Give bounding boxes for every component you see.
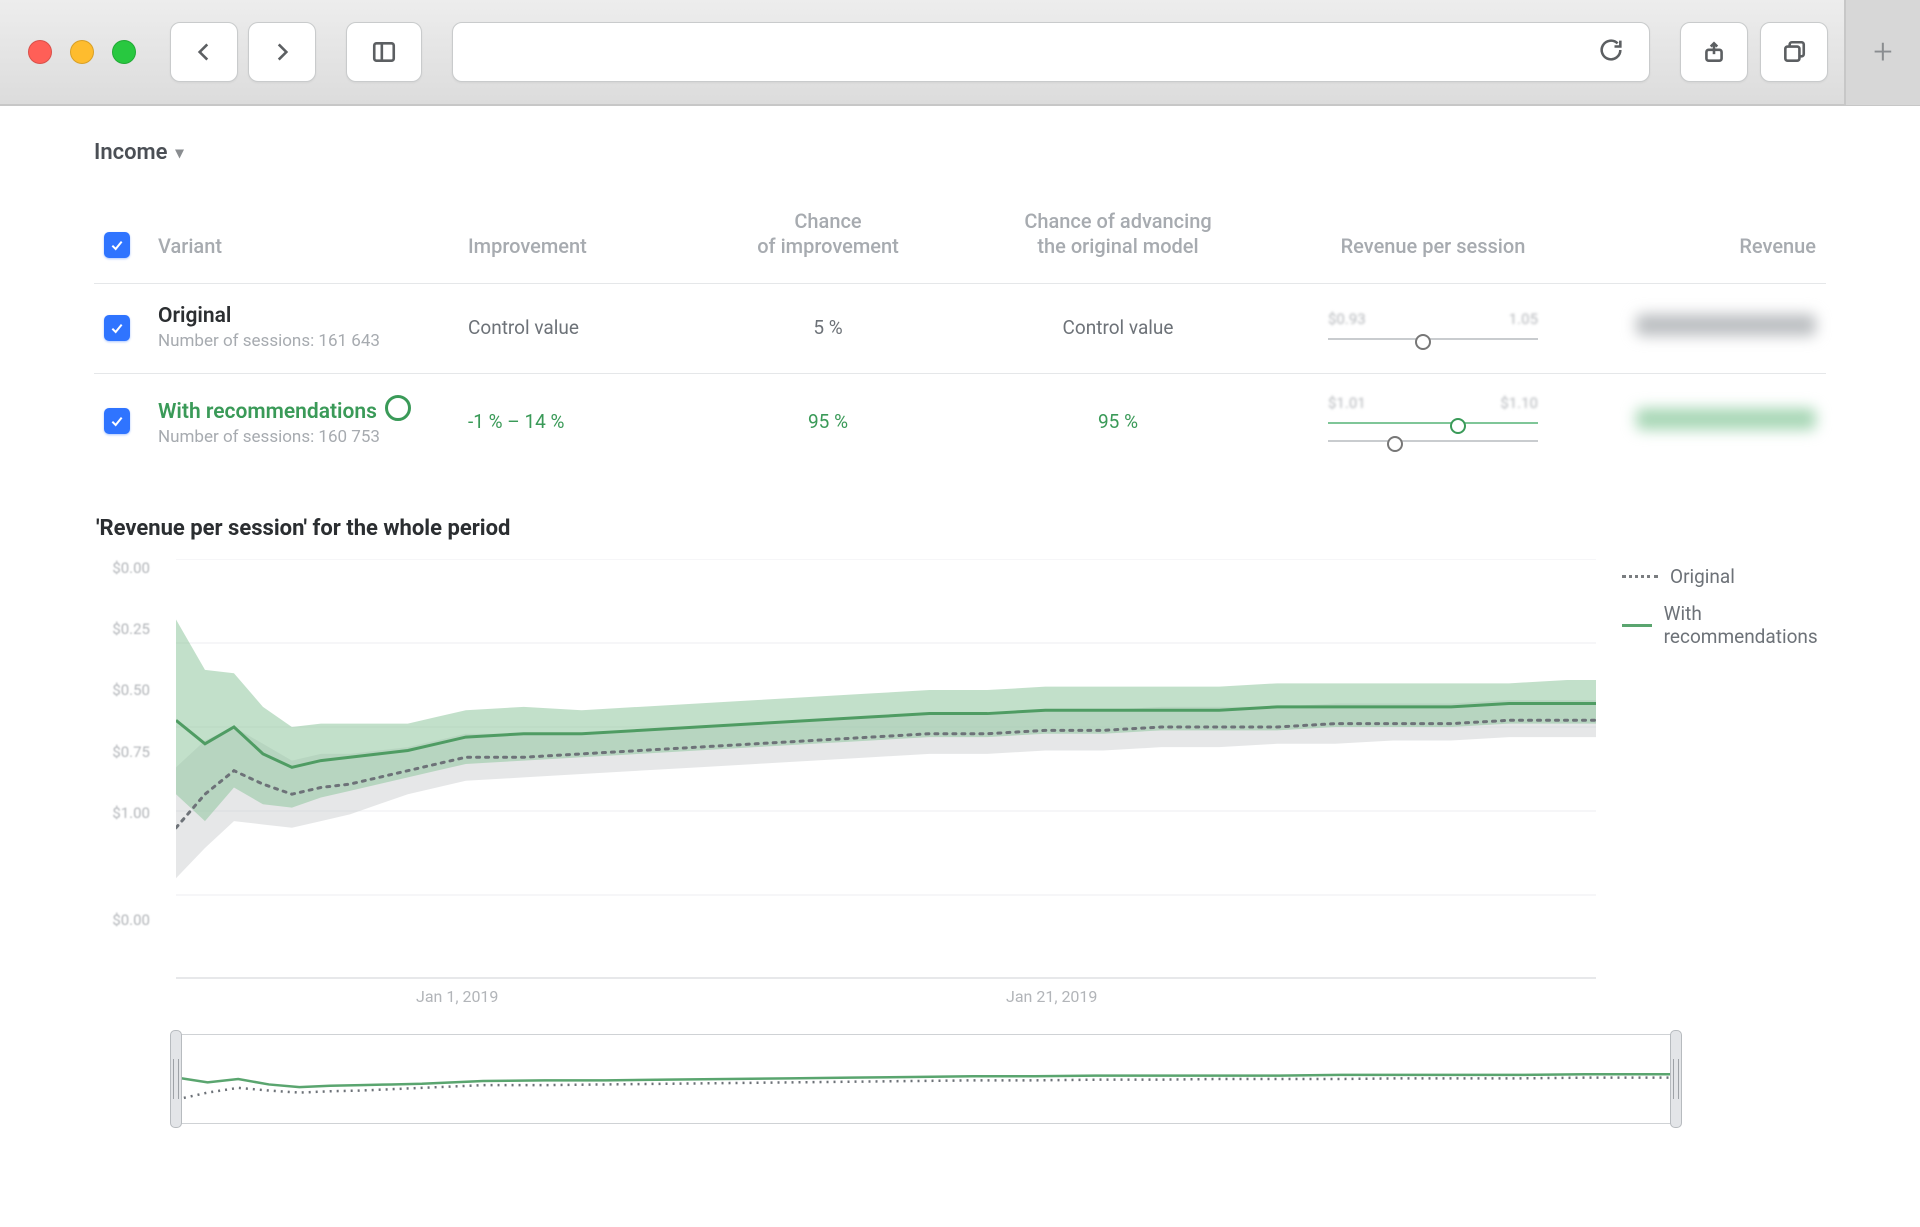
col-chance-improvement: Chance of improvement <box>688 195 968 284</box>
metric-dropdown[interactable]: Income ▾ <box>94 140 1826 165</box>
chance-improvement: 5 % <box>688 284 968 374</box>
variants-table: Variant Improvement Chance of improvemen… <box>94 195 1826 470</box>
solid-line-icon <box>1622 624 1652 627</box>
brush-handle-right[interactable] <box>1670 1030 1682 1128</box>
y-axis: $0.00 $0.25 $0.50 $0.75 $1.00 $0.00 <box>94 559 150 929</box>
browser-toolbar: + <box>0 0 1920 106</box>
col-improvement: Improvement <box>458 195 688 284</box>
table-row: With recommendations Number of sessions: … <box>94 374 1826 471</box>
sidebar-toggle-button[interactable] <box>346 22 422 82</box>
window-controls <box>28 40 136 64</box>
forward-button[interactable] <box>248 22 316 82</box>
row-checkbox[interactable] <box>104 408 130 434</box>
chance-advance: 95 % <box>968 374 1268 471</box>
x-axis: Jan 1, 2019 Jan 21, 2019 <box>176 987 1596 1006</box>
chevron-down-icon: ▾ <box>176 143 184 162</box>
address-bar[interactable] <box>452 22 1650 82</box>
col-rps: Revenue per session <box>1268 195 1598 284</box>
select-all-checkbox[interactable] <box>104 232 130 258</box>
maximize-icon[interactable] <box>112 40 136 64</box>
reload-icon[interactable] <box>1597 36 1625 68</box>
rps-mini-chart: $0.931.05 <box>1268 284 1598 374</box>
col-revenue: Revenue <box>1598 195 1826 284</box>
sessions-label: Number of sessions: 160 753 <box>158 427 448 447</box>
col-chance-advance: Chance of advancing the original model <box>968 195 1268 284</box>
variant-name[interactable]: With recommendations <box>158 395 448 424</box>
row-checkbox[interactable] <box>104 315 130 341</box>
legend-original[interactable]: Original <box>1622 565 1826 588</box>
col-variant: Variant <box>148 195 458 284</box>
dotted-line-icon <box>1622 575 1658 578</box>
chart-plot <box>176 559 1596 979</box>
revenue-value <box>1598 284 1826 374</box>
metric-label: Income <box>94 140 168 165</box>
rps-mini-chart: $1.01$1.10 <box>1268 374 1598 471</box>
range-brush[interactable] <box>176 1034 1676 1124</box>
ab-test-report: Income ▾ Variant Improvement Chance of i… <box>0 106 1920 1194</box>
share-button[interactable] <box>1680 22 1748 82</box>
chance-improvement: 95 % <box>688 374 968 471</box>
improvement-value: Control value <box>458 284 688 374</box>
improvement-value: -1 % – 14 % <box>458 374 688 471</box>
brush-handle-left[interactable] <box>170 1030 182 1128</box>
revenue-value <box>1598 374 1826 471</box>
back-button[interactable] <box>170 22 238 82</box>
sessions-label: Number of sessions: 161 643 <box>158 331 448 351</box>
new-tab-button[interactable]: + <box>1844 0 1920 105</box>
winner-badge-icon <box>385 395 411 421</box>
legend-with-recommendations[interactable]: With recommendations <box>1622 602 1826 648</box>
minimize-icon[interactable] <box>70 40 94 64</box>
tabs-button[interactable] <box>1760 22 1828 82</box>
chart-legend: Original With recommendations <box>1622 565 1826 648</box>
chance-advance: Control value <box>968 284 1268 374</box>
close-icon[interactable] <box>28 40 52 64</box>
variant-name[interactable]: Original <box>158 304 448 328</box>
table-row: Original Number of sessions: 161 643 Contr… <box>94 284 1826 374</box>
chart-title: 'Revenue per session' for the whole peri… <box>96 516 1826 541</box>
